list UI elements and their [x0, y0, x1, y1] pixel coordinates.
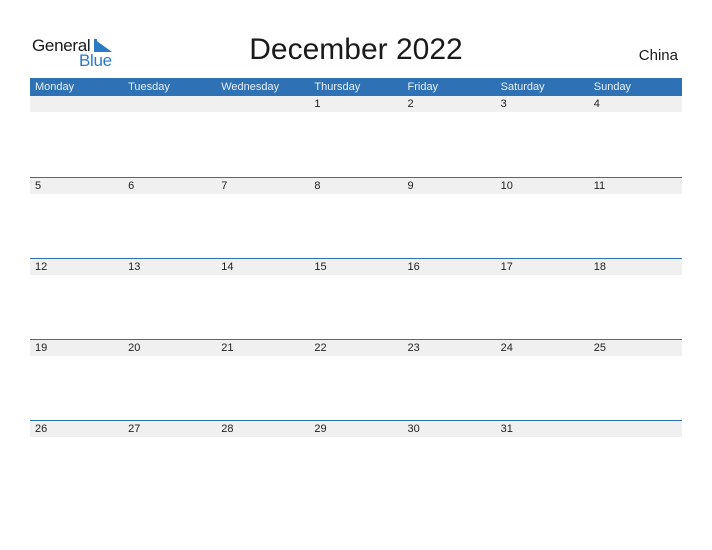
- date-strip: 26 27 28 29 30 31: [30, 421, 682, 437]
- day-cell: 9: [407, 180, 414, 192]
- day-cell: 20: [128, 342, 141, 354]
- day-cell: 18: [593, 261, 606, 273]
- week-row: 26 27 28 29 30 31: [30, 420, 682, 501]
- day-cell: 19: [35, 342, 48, 354]
- date-strip: 1 2 3 4: [30, 96, 682, 112]
- day-cell: 7: [221, 180, 228, 192]
- day-cell: 14: [221, 261, 234, 273]
- day-cell: 12: [35, 261, 48, 273]
- day-cell: [216, 96, 309, 112]
- day-cell: [30, 96, 123, 112]
- day-cell: [589, 421, 682, 437]
- day-cell: 17: [500, 261, 513, 273]
- weekday-saturday: Saturday: [500, 81, 545, 93]
- weekday-header: Monday Tuesday Wednesday Thursday Friday…: [30, 78, 682, 96]
- date-strip: 19 20 21 22 23 24 25: [30, 340, 682, 356]
- day-cell: 21: [221, 342, 234, 354]
- day-cell: 15: [314, 261, 327, 273]
- day-cell: 30: [407, 423, 420, 435]
- day-cell: 26: [35, 423, 48, 435]
- day-cell: 4: [593, 98, 600, 110]
- day-cell: 10: [500, 180, 513, 192]
- weekday-tuesday: Tuesday: [128, 81, 170, 93]
- week-row: 12 13 14 15 16 17 18: [30, 258, 682, 339]
- weekday-monday: Monday: [35, 81, 75, 93]
- day-cell: 6: [128, 180, 135, 192]
- day-cell: 13: [128, 261, 141, 273]
- day-cell: 1: [314, 98, 321, 110]
- date-strip: 5 6 7 8 9 10 11: [30, 178, 682, 194]
- date-strip: 12 13 14 15 16 17 18: [30, 259, 682, 275]
- day-cell: 28: [221, 423, 234, 435]
- day-cell: 3: [500, 98, 507, 110]
- day-cell: 2: [407, 98, 414, 110]
- weekday-friday: Friday: [407, 81, 439, 93]
- day-cell: 22: [314, 342, 327, 354]
- day-cell: 27: [128, 423, 141, 435]
- day-cell: 31: [500, 423, 513, 435]
- day-cell: 11: [593, 180, 606, 192]
- day-cell: 24: [500, 342, 513, 354]
- calendar-title: December 2022: [249, 33, 463, 66]
- day-cell: 29: [314, 423, 327, 435]
- weekday-thursday: Thursday: [314, 81, 361, 93]
- week-row: 19 20 21 22 23 24 25: [30, 339, 682, 420]
- day-cell: 5: [35, 180, 42, 192]
- day-cell: 23: [407, 342, 420, 354]
- day-cell: 25: [593, 342, 606, 354]
- week-row: 5 6 7 8 9 10 11: [30, 177, 682, 258]
- week-row: 1 2 3 4: [30, 95, 682, 176]
- weekday-sunday: Sunday: [593, 81, 632, 93]
- country-label: China: [638, 47, 678, 64]
- day-cell: [123, 96, 216, 112]
- day-cell: 8: [314, 180, 321, 192]
- day-cell: 16: [407, 261, 420, 273]
- weekday-wednesday: Wednesday: [221, 81, 280, 93]
